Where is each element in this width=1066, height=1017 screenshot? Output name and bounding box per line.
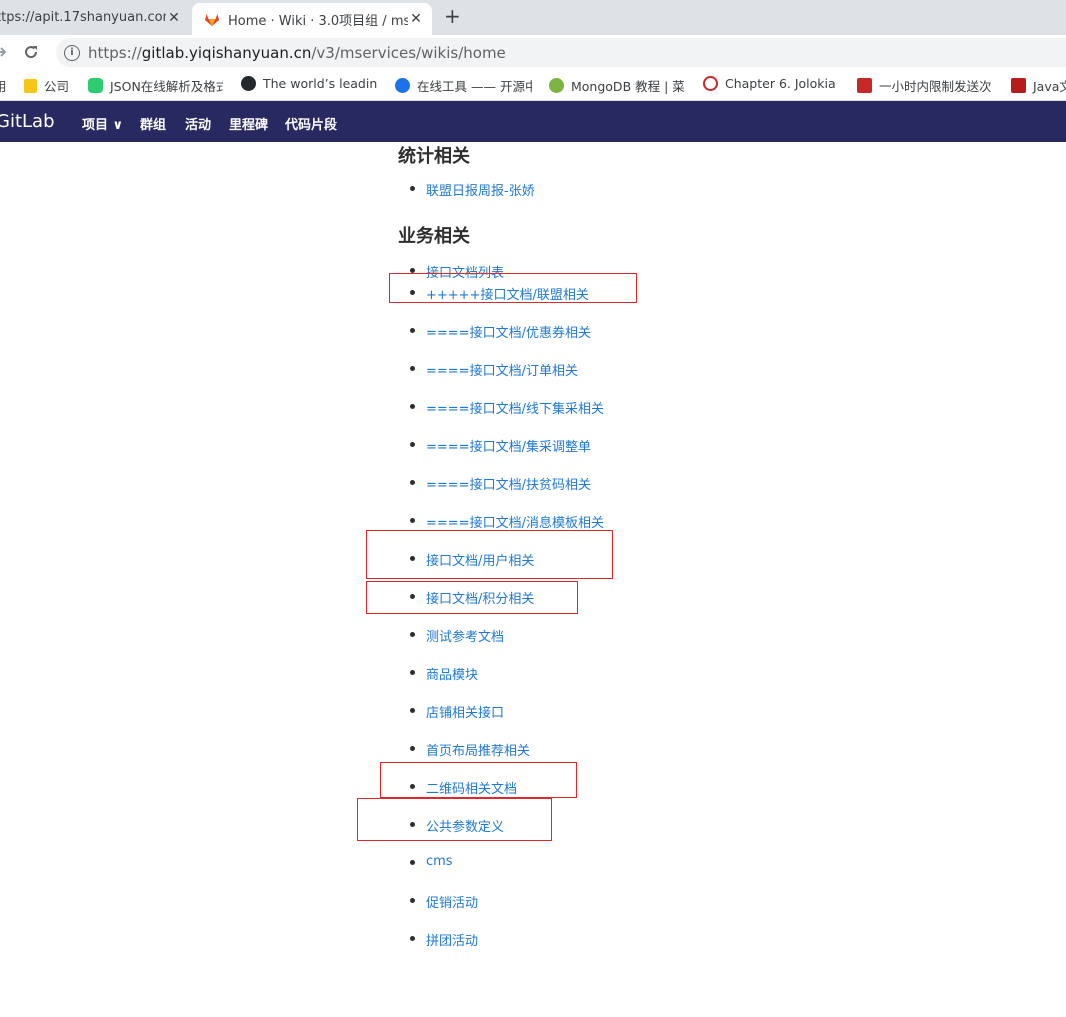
gitlab-fox-icon [205, 14, 219, 26]
github-icon [241, 76, 256, 91]
highlight-box [357, 798, 552, 841]
bookmark-apps[interactable]: 用 [0, 76, 7, 95]
nav-groups[interactable]: 群组 [140, 114, 166, 133]
bookmark-company[interactable]: 公司 [24, 76, 69, 95]
bookmark-csdn[interactable]: 一小时内限制发送次 [857, 76, 995, 95]
wiki-link[interactable]: 测试参考文档 [426, 630, 504, 645]
bookmark-mongodb[interactable]: MongoDB 教程 | 菜 [549, 76, 685, 95]
url-path: /v3/mservices/wikis/home [311, 43, 506, 62]
list-item[interactable]: 拼团活动 [410, 930, 478, 949]
nav-projects[interactable]: 项目 ∨ [82, 114, 123, 133]
highlight-box [389, 273, 637, 303]
list-item[interactable]: 商品模块 [410, 664, 478, 683]
wiki-link[interactable]: ====接口文档/集采调整单 [426, 440, 591, 455]
close-icon[interactable]: ✕ [166, 10, 182, 26]
list-item[interactable]: cms [410, 854, 453, 869]
bookmark-label: 在线工具 —— 开源中 [417, 79, 532, 94]
section-heading-stats: 统计相关 [398, 146, 470, 167]
info-icon[interactable]: i [64, 44, 80, 61]
wiki-link[interactable]: ====接口文档/订单相关 [426, 364, 578, 379]
list-item[interactable]: 首页布局推荐相关 [410, 740, 530, 759]
bookmark-label: MongoDB 教程 | 菜 [571, 79, 685, 94]
bookmark-label: JSON在线解析及格式 [110, 79, 223, 94]
bookmark-label: 公司 [44, 79, 70, 94]
tool-icon [395, 78, 410, 93]
wiki-link[interactable]: ====接口文档/线下集采相关 [426, 402, 604, 417]
list-item[interactable]: 店铺相关接口 [410, 702, 504, 721]
bookmark-label: 一小时内限制发送次 [879, 79, 992, 94]
list-item[interactable]: 联盟日报周报-张娇 [410, 180, 535, 199]
section-heading-business: 业务相关 [398, 226, 470, 247]
wiki-link[interactable]: cms [426, 854, 453, 869]
bookmarks-bar: 用 公司 JSON在线解析及格式 The world’s leading 在线工… [0, 70, 1066, 101]
bookmark-label: 用 [0, 79, 7, 94]
list-item[interactable]: ====接口文档/扶贫码相关 [410, 474, 591, 493]
list-item[interactable]: ====接口文档/集采调整单 [410, 436, 591, 455]
list-item[interactable]: 促销活动 [410, 892, 478, 911]
wiki-link[interactable]: ====接口文档/扶贫码相关 [426, 478, 591, 493]
new-tab-button[interactable]: + [444, 4, 461, 28]
tab-strip: ttps://apit.17shanyuan.com/1 ✕ Home · Wi… [0, 0, 1066, 35]
wiki-link[interactable]: ====接口文档/消息模板相关 [426, 516, 604, 531]
highlight-box [366, 581, 578, 614]
runoob-icon [549, 78, 564, 93]
wiki-link[interactable]: 促销活动 [426, 896, 478, 911]
list-item[interactable]: ====接口文档/订单相关 [410, 360, 578, 379]
bookmark-github[interactable]: The world’s leading [241, 76, 377, 91]
gitlab-navbar: GitLab 项目 ∨ 群组 活动 里程碑 代码片段 [0, 101, 1066, 142]
wiki-link[interactable]: 商品模块 [426, 668, 478, 683]
gitlab-logo-text[interactable]: GitLab [0, 111, 55, 132]
bookmark-label: The world’s leading [263, 76, 377, 91]
url-host: gitlab.yiqishanyuan.cn [141, 43, 312, 62]
highlight-box [366, 530, 613, 579]
nav-activity[interactable]: 活动 [185, 114, 211, 133]
java-icon [1011, 78, 1026, 93]
folder-icon [24, 78, 37, 93]
bookmark-java[interactable]: Java文 [1011, 76, 1066, 95]
bookmark-label: Chapter 6. Jolokia P [725, 76, 840, 91]
reload-icon[interactable] [23, 44, 39, 60]
list-item[interactable]: 测试参考文档 [410, 626, 504, 645]
url-protocol: https:// [88, 43, 142, 62]
wiki-link[interactable]: 联盟日报周报-张娇 [426, 184, 535, 199]
wiki-link[interactable]: ====接口文档/优惠券相关 [426, 326, 591, 341]
list-item[interactable]: ====接口文档/优惠券相关 [410, 322, 591, 341]
browser-toolbar: i https://gitlab.yiqishanyuan.cn/v3/mser… [0, 35, 1066, 70]
wiki-link[interactable]: 首页布局推荐相关 [426, 744, 530, 759]
json-icon [88, 78, 103, 93]
tab-title: Home · Wiki · 3.0项目组 / mser [228, 13, 408, 29]
bookmark-label: Java文 [1033, 79, 1066, 94]
close-icon[interactable]: ✕ [408, 11, 424, 27]
address-bar[interactable]: i https://gitlab.yiqishanyuan.cn/v3/mser… [56, 38, 1066, 67]
list-item[interactable]: ====接口文档/线下集采相关 [410, 398, 604, 417]
bookmark-tools[interactable]: 在线工具 —— 开源中 [395, 76, 532, 95]
nav-snippets[interactable]: 代码片段 [285, 114, 337, 133]
wiki-link[interactable]: 店铺相关接口 [426, 706, 504, 721]
tab-apit[interactable]: ttps://apit.17shanyuan.com/1 ✕ [0, 0, 190, 35]
nav-milestones[interactable]: 里程碑 [229, 114, 268, 133]
highlight-box [380, 762, 577, 798]
csdn-icon [857, 78, 872, 93]
forward-icon[interactable] [0, 45, 8, 59]
wiki-link[interactable]: 拼团活动 [426, 934, 478, 949]
bookmark-jolokia[interactable]: Chapter 6. Jolokia P [703, 76, 840, 91]
bookmark-json[interactable]: JSON在线解析及格式 [88, 76, 223, 95]
jolokia-icon [703, 76, 718, 91]
list-item[interactable]: ====接口文档/消息模板相关 [410, 512, 604, 531]
tab-title: ttps://apit.17shanyuan.com/1 [0, 10, 166, 25]
tab-gitlab-wiki[interactable]: Home · Wiki · 3.0项目组 / mser ✕ [192, 3, 432, 35]
